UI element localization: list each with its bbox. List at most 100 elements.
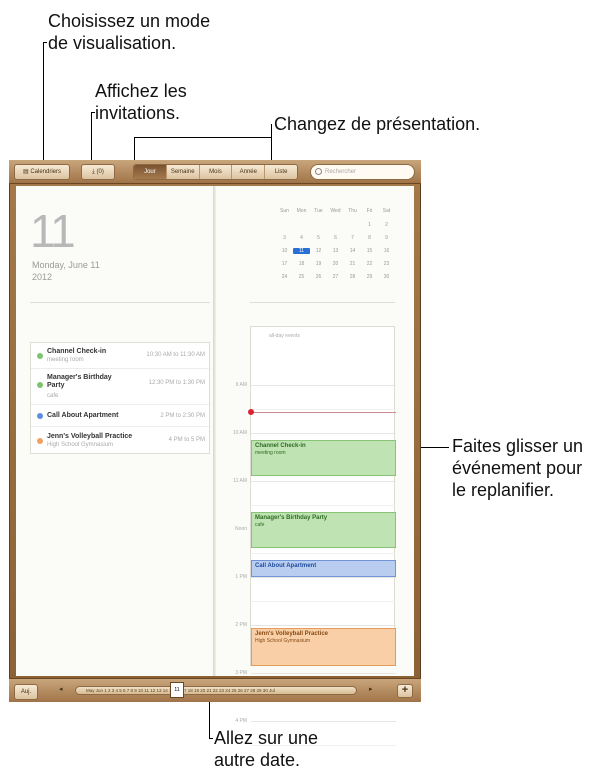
event-row[interactable]: Call About Apartment 2 PM to 2:30 PM (31, 405, 211, 427)
mini-calendar-day[interactable]: 16 (378, 248, 395, 254)
leader-presentation-bracket (134, 137, 272, 138)
mini-calendar-day[interactable]: 12 (310, 248, 327, 254)
callout-invitations-line1: Affichez les (95, 81, 187, 101)
leader-invitations-top (91, 112, 95, 113)
hour-label: 3 PM (235, 670, 247, 676)
bottom-toolbar: Auj. ◂ May Jun 1 2 3 4 5 6 7 8 9 10 11 1… (9, 678, 421, 702)
event-title: Channel Check-in (47, 348, 107, 355)
event-time: 10:30 AM to 11:30 AM (146, 352, 205, 358)
mini-calendar-day[interactable]: 21 (344, 261, 361, 267)
mini-calendar-day[interactable]: 8 (361, 235, 378, 241)
weekday-label: Fri (366, 208, 373, 214)
event-title: Jenn's Volleyball Practice (47, 433, 133, 440)
event-row[interactable]: Manager's Birthday Party cafe 12:30 PM t… (31, 369, 211, 405)
mini-calendar-day[interactable]: 2 (378, 222, 395, 228)
mini-calendar-day[interactable]: 27 (327, 274, 344, 280)
event-row[interactable]: Channel Check-in meeting room 10:30 AM t… (31, 343, 211, 369)
event-block[interactable]: Manager's Birthday Party cafe (251, 512, 396, 548)
mini-calendar-day[interactable]: 5 (310, 235, 327, 241)
search-input[interactable]: Rechercher (310, 164, 415, 180)
mini-calendar-day[interactable]: 17 (276, 261, 293, 267)
callout-view-mode-line2: de visualisation. (48, 33, 177, 53)
mini-calendar-day[interactable]: 13 (327, 248, 344, 254)
mini-calendar-day[interactable]: 6 (327, 235, 344, 241)
invitations-button-label: (0) (96, 169, 104, 175)
mini-calendar-day[interactable]: 4 (293, 235, 310, 241)
mini-calendar-day[interactable]: 3 (276, 235, 293, 241)
hour-line (251, 625, 396, 626)
weekday-label: Thu (348, 208, 357, 214)
current-day-marker[interactable]: 11 (170, 682, 184, 698)
half-hour-line (251, 745, 396, 746)
hour-label: 1 PM (235, 574, 247, 580)
event-time: 12:30 PM to 1:30 PM (148, 380, 205, 386)
mini-calendar-day[interactable]: 1 (361, 222, 378, 228)
date-year-line: 2012 (32, 272, 53, 282)
event-time: 2 PM to 2:30 PM (160, 413, 205, 419)
mini-calendar-day[interactable]: 14 (344, 248, 361, 254)
weekday-label: Mon (296, 208, 307, 214)
tab-semaine[interactable]: Semaine (167, 165, 200, 179)
today-button[interactable]: Auj. (14, 684, 38, 700)
event-row[interactable]: Jenn's Volleyball Practice High School G… (31, 427, 211, 455)
hour-line (251, 673, 396, 674)
hour-label: Noon (235, 526, 247, 532)
mini-calendar-day[interactable]: 23 (378, 261, 395, 267)
left-page: 11 Monday, June 11 2012 Channel Check-in… (16, 186, 215, 676)
mini-calendar-day[interactable]: 10 (276, 248, 293, 254)
mini-calendar-day[interactable]: 15 (361, 248, 378, 254)
event-block-title: Manager's Birthday Party (255, 515, 328, 521)
callout-presentation: Changez de présentation. (274, 113, 480, 135)
mini-calendar-day[interactable]: 28 (344, 274, 361, 280)
callout-view-mode: Choisissez un mode de visualisation. (48, 10, 210, 54)
mini-calendar-day[interactable]: 19 (310, 261, 327, 267)
half-hour-line (251, 601, 396, 602)
mini-calendar-day[interactable]: 18 (293, 261, 310, 267)
tab-annee[interactable]: Année (232, 165, 266, 179)
mini-calendar-day[interactable]: 11 (293, 248, 310, 254)
mini-calendar-day[interactable]: 24 (276, 274, 293, 280)
mini-calendar-day[interactable]: 9 (378, 235, 395, 241)
tab-liste[interactable]: Liste (265, 165, 297, 179)
half-hour-line (251, 409, 396, 410)
add-event-button[interactable]: + (397, 684, 413, 698)
hour-line (251, 577, 396, 578)
mini-calendar-day[interactable]: 25 (293, 274, 310, 280)
weekday-label: Sat (382, 208, 391, 214)
invitations-button[interactable]: ⤓ (0) (81, 164, 115, 180)
event-block-location: meeting room (255, 450, 286, 456)
leader-invitations (91, 112, 92, 166)
callout-invitations-line2: invitations. (95, 103, 181, 123)
left-divider (30, 302, 210, 303)
event-block[interactable]: Call About Apartment (251, 560, 396, 577)
calendars-button[interactable]: ▤ Calendriers (14, 164, 70, 180)
tab-jour[interactable]: Jour (134, 165, 167, 179)
hour-label: 4 PM (235, 718, 247, 724)
next-icon[interactable]: ▸ (369, 685, 373, 693)
hour-label: 2 PM (235, 622, 247, 628)
mini-calendar-day[interactable]: 30 (378, 274, 395, 280)
mini-calendar-day[interactable]: 7 (344, 235, 361, 241)
mini-calendar-day[interactable]: 22 (361, 261, 378, 267)
weekday-label: Wed (330, 208, 341, 214)
tab-mois[interactable]: Mois (200, 165, 233, 179)
previous-icon[interactable]: ◂ (59, 685, 63, 693)
event-block[interactable]: Channel Check-in meeting room (251, 440, 396, 476)
event-list: Channel Check-in meeting room 10:30 AM t… (30, 342, 211, 455)
right-divider (250, 302, 395, 303)
calendar-color-dot (37, 382, 43, 388)
date-scrubber[interactable]: May Jun 1 2 3 4 5 6 7 8 9 10 11 12 13 14… (75, 686, 357, 695)
mini-calendar-day[interactable]: 20 (327, 261, 344, 267)
mini-calendar-day[interactable]: 29 (361, 274, 378, 280)
callout-invitations: Affichez les invitations. (95, 80, 187, 124)
event-location: High School Gymnasium (47, 442, 114, 448)
event-title: Call About Apartment (47, 412, 119, 419)
calendar-app: ▤ Calendriers ⤓ (0) Jour Semaine Mois An… (9, 160, 421, 746)
event-block[interactable]: Jenn's Volleyball Practice High School G… (251, 628, 396, 666)
mini-calendar-day[interactable]: 26 (310, 274, 327, 280)
top-toolbar: ▤ Calendriers ⤓ (0) Jour Semaine Mois An… (9, 160, 421, 184)
leader-view-mode (43, 42, 44, 166)
event-title: Manager's Birthday Party (47, 374, 112, 389)
callout-drag-event-line1: Faites glisser un (452, 436, 584, 456)
callout-drag-event-line2: événement pour (452, 458, 583, 478)
